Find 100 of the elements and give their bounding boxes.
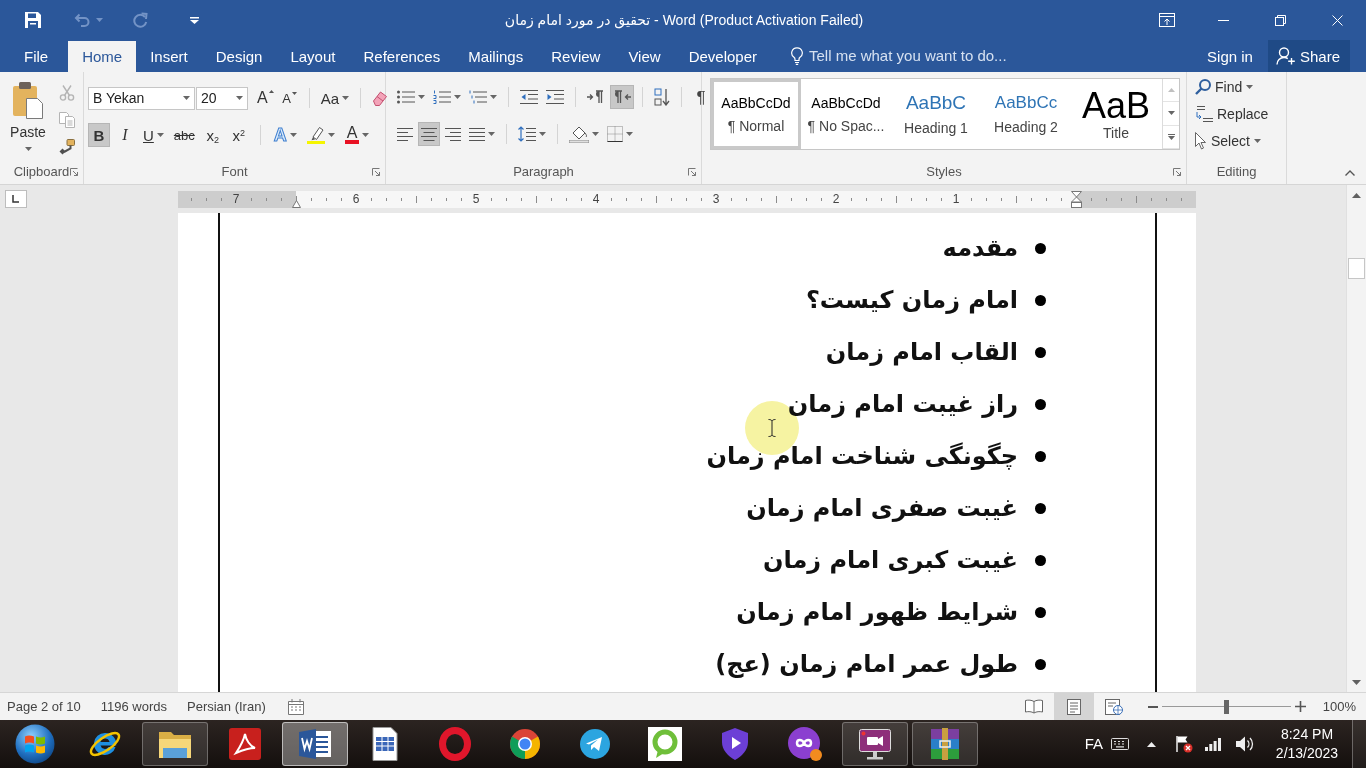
down-triangle-icon <box>1352 679 1361 685</box>
style-item[interactable]: AaBbCcDd ¶ Normal <box>711 79 801 149</box>
scrollbar-thumb[interactable] <box>1348 258 1365 279</box>
orb-flag-icon <box>15 724 55 764</box>
style-preview: AaBbCc <box>994 94 1058 111</box>
zoom-level-text[interactable]: 100% <box>1322 698 1356 715</box>
infinity-icon <box>787 726 823 762</box>
subscript-button[interactable]: x$_{2}$ <box>201 123 224 147</box>
taskbar-button[interactable] <box>842 722 908 766</box>
tell-me-field[interactable]: Tell me what you want to do... <box>809 40 1024 72</box>
person-plus-icon <box>1275 47 1296 65</box>
highlighter-icon <box>306 126 325 144</box>
clock-date[interactable]: 2/13/2023 <box>1275 744 1339 763</box>
select-button[interactable]: Select <box>1195 127 1261 154</box>
word-count-status[interactable]: 1196 words <box>100 698 167 715</box>
dialog-launcher-icon[interactable] <box>688 168 696 176</box>
input-language-indicator[interactable]: FA <box>1084 735 1103 753</box>
flag-error-icon[interactable] <box>1175 735 1193 753</box>
ribbon-tab[interactable]: View <box>614 40 675 72</box>
zoom-slider-thumb[interactable] <box>1223 699 1229 714</box>
numbered-list-icon <box>433 90 451 104</box>
ribbon-tab[interactable]: References <box>349 40 455 72</box>
paste-button[interactable]: Paste <box>4 78 52 162</box>
print-layout-button[interactable] <box>1053 693 1094 720</box>
change-case-button[interactable]: Aa <box>317 86 353 110</box>
font-name-field[interactable]: B Yekan <box>88 86 195 110</box>
scissors-icon <box>59 85 75 101</box>
document-grid-icon[interactable] <box>287 698 304 715</box>
italic-button[interactable]: I <box>114 123 136 147</box>
replace-button[interactable]: Replace <box>1195 100 1269 127</box>
ribbon-tab[interactable]: Home <box>68 41 137 72</box>
ribbon-tab[interactable]: File <box>10 40 63 72</box>
sign-in-link[interactable]: Sign in <box>1193 40 1267 72</box>
swirl-tile-icon <box>227 726 263 762</box>
dialog-launcher-icon[interactable] <box>1173 168 1181 176</box>
vertical-scrollbar[interactable] <box>1346 185 1366 692</box>
strikethrough-button[interactable]: abc <box>170 123 198 147</box>
ribbon-tab[interactable]: Review <box>537 40 615 72</box>
zoom-in-icon[interactable] <box>1294 701 1306 712</box>
eraser-icon <box>372 89 389 107</box>
caret-icon <box>24 147 32 151</box>
align-center-icon <box>421 127 437 141</box>
right-to-left-button[interactable] <box>610 85 634 109</box>
ribbon-tab[interactable]: Layout <box>276 40 350 72</box>
list-item-text: شرایط ظهور امام زمان <box>736 597 1018 627</box>
ribbon-tab[interactable]: Developer <box>674 40 771 72</box>
list-item-text: غیبت کبری امام زمان <box>763 545 1018 575</box>
line-spacing-icon <box>518 126 536 142</box>
shrink-font-button[interactable]: A <box>278 86 301 110</box>
zoom-out-icon[interactable] <box>1147 705 1158 708</box>
ribbon-tab[interactable]: Design <box>201 40 277 72</box>
style-item[interactable]: AaBbC Heading 1 <box>891 79 981 149</box>
style-item[interactable]: AaBbCcDd ¶ No Spac... <box>801 79 891 149</box>
language-status[interactable]: Persian (Iran) <box>187 698 266 715</box>
bold-button[interactable]: B <box>88 123 110 147</box>
show-formatting-marks-button[interactable]: ¶ <box>690 85 712 109</box>
style-item[interactable]: AaB Title <box>1071 79 1161 149</box>
style-item[interactable]: AaBbCc Heading 2 <box>981 79 1071 149</box>
pilcrow-left-arrow-icon <box>613 90 631 104</box>
bullet-icon <box>1035 242 1046 254</box>
up-triangle-icon[interactable] <box>1147 741 1156 747</box>
tab-stop-icon[interactable] <box>5 190 27 208</box>
ribbon-tab[interactable]: Mailings <box>454 40 538 72</box>
ribbon-tab[interactable]: Insert <box>136 40 202 72</box>
caret-icon <box>236 96 243 100</box>
pilcrow-right-arrow-icon <box>587 90 605 104</box>
underline-button[interactable]: U <box>140 123 167 147</box>
style-preview: AaBbCcDd <box>721 95 791 110</box>
taskbar-button[interactable] <box>282 722 348 766</box>
caret-icon <box>183 96 190 100</box>
bullet-icon <box>1035 658 1046 670</box>
grow-font-button[interactable]: A <box>254 86 277 110</box>
caret-icon <box>539 132 546 136</box>
open-book-icon <box>1024 699 1043 714</box>
share-button[interactable]: Share <box>1267 40 1350 72</box>
style-name: ¶ Normal <box>727 118 785 133</box>
font-color-button[interactable]: A <box>341 123 373 147</box>
find-button[interactable]: Find <box>1195 73 1254 100</box>
font-size-field[interactable]: 20 <box>196 86 248 110</box>
list-item-text: القاب امام زمان <box>825 337 1018 367</box>
page-number-status[interactable]: Page 2 of 10 <box>7 698 81 715</box>
dialog-launcher-icon[interactable] <box>372 168 380 176</box>
taskbar-button[interactable] <box>912 722 978 766</box>
taskbar-button[interactable] <box>142 722 208 766</box>
speaker-icon[interactable] <box>1235 736 1254 752</box>
indent-hourglass-icon[interactable] <box>1071 190 1082 208</box>
caret-icon <box>418 95 425 99</box>
indent-triangle-icon[interactable] <box>292 199 301 208</box>
superscript-button[interactable]: x$^{2}$ <box>227 123 250 147</box>
lightbulb-icon[interactable] <box>791 47 803 65</box>
collapse-caret-icon[interactable] <box>1345 170 1355 176</box>
group-label: Clipboard <box>13 164 70 180</box>
bulleted-list-icon <box>397 90 415 104</box>
center-button[interactable] <box>418 122 440 146</box>
keyboard-icon[interactable] <box>1111 738 1129 750</box>
signal-bars-icon[interactable] <box>1205 737 1221 751</box>
dialog-launcher-icon[interactable] <box>70 168 78 176</box>
ring-icon <box>437 726 473 762</box>
clock-time[interactable]: 8:24 PM <box>1280 725 1334 744</box>
show-desktop-button[interactable] <box>1352 720 1366 768</box>
